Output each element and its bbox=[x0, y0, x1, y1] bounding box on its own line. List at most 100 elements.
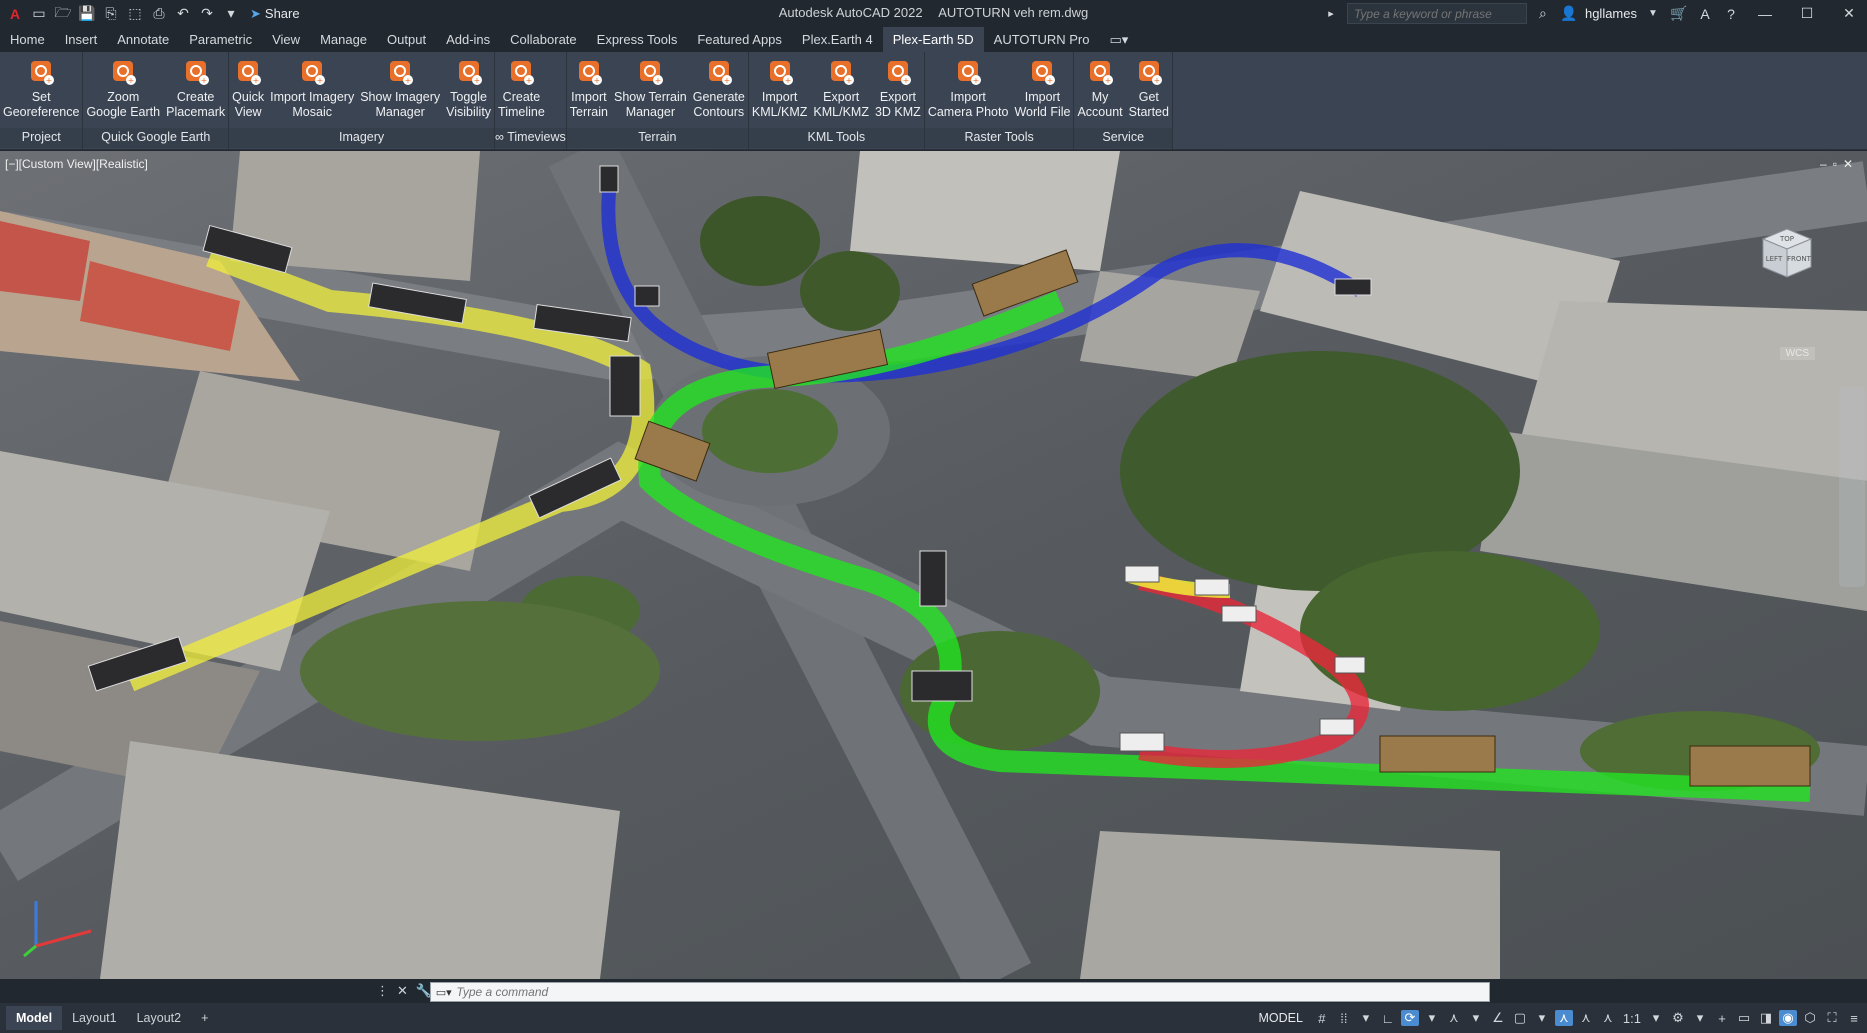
save-icon[interactable]: 💾 bbox=[76, 3, 98, 25]
autocad-logo-icon[interactable]: A bbox=[4, 3, 26, 25]
tab-home[interactable]: Home bbox=[0, 27, 55, 52]
add-layout-icon[interactable]: + bbox=[191, 1011, 218, 1025]
panel-label[interactable]: ∞ Timeviews bbox=[495, 128, 566, 148]
tab-plex-earth-5d[interactable]: Plex-Earth 5D bbox=[882, 27, 984, 52]
grip-icon[interactable]: ⋮ bbox=[376, 983, 389, 999]
mosaic-button[interactable]: + Import Imagery Mosaic bbox=[267, 56, 357, 120]
command-line[interactable]: ▭▾ bbox=[430, 982, 1490, 1002]
save-as-icon[interactable]: ⎘ bbox=[100, 3, 122, 25]
annotation-monitor-icon[interactable]: + bbox=[1713, 1011, 1731, 1026]
placemark-button[interactable]: + Create Placemark bbox=[163, 56, 228, 120]
customization-menu-icon[interactable]: ≡ bbox=[1845, 1011, 1863, 1026]
tab-add-ins[interactable]: Add-ins bbox=[436, 27, 500, 52]
imagery-manager-button[interactable]: + Show Imagery Manager bbox=[357, 56, 443, 120]
hardware-acceleration-icon[interactable]: ⬡ bbox=[1801, 1010, 1819, 1026]
tab-autoturn-pro[interactable]: AUTOTURN Pro bbox=[984, 27, 1100, 52]
navigation-bar[interactable] bbox=[1839, 387, 1865, 587]
export-kml-button[interactable]: + Export KML/KMZ bbox=[810, 56, 872, 120]
search-input[interactable] bbox=[1346, 3, 1527, 24]
drawing-viewport[interactable]: [−][Custom View][Realistic] –▫✕ TOP LEFT… bbox=[0, 151, 1867, 979]
model-space-toggle[interactable]: MODEL bbox=[1252, 1011, 1308, 1025]
tab-parametric[interactable]: Parametric bbox=[179, 27, 262, 52]
workspace-gear-icon[interactable]: ⚙ bbox=[1669, 1010, 1687, 1026]
layout-tab-layout1[interactable]: Layout1 bbox=[62, 1006, 126, 1030]
timeline-button[interactable]: + Create Timeline bbox=[495, 56, 548, 120]
layout-tab-layout2[interactable]: Layout2 bbox=[127, 1006, 191, 1030]
tab-view[interactable]: View bbox=[262, 27, 310, 52]
chevron-down-icon[interactable]: ▾ bbox=[1533, 1010, 1551, 1026]
tab-featured-apps[interactable]: Featured Apps bbox=[687, 27, 792, 52]
clean-screen-icon[interactable]: ⛶ bbox=[1823, 1010, 1841, 1026]
user-icon[interactable]: 👤 bbox=[1559, 5, 1579, 22]
ortho-icon[interactable]: ∟ bbox=[1379, 1011, 1397, 1026]
chevron-down-icon[interactable]: ▾ bbox=[1691, 1010, 1709, 1026]
annotation-visibility-icon[interactable]: ⋏ bbox=[1554, 1010, 1573, 1026]
account-button[interactable]: + My Account bbox=[1074, 56, 1125, 120]
chevron-down-icon[interactable]: ▾ bbox=[1423, 1010, 1441, 1026]
username[interactable]: hgllames bbox=[1585, 6, 1637, 21]
panel-label[interactable]: Project bbox=[0, 128, 83, 148]
open-folder-icon[interactable]: 🗁 bbox=[52, 3, 74, 25]
polar-tracking-icon[interactable]: ⟳ bbox=[1400, 1010, 1419, 1026]
units-icon[interactable]: ▭ bbox=[1735, 1010, 1753, 1026]
tab-annotate[interactable]: Annotate bbox=[107, 27, 179, 52]
layout-tab-model[interactable]: Model bbox=[6, 1006, 63, 1030]
cart-icon[interactable]: 🛒 bbox=[1669, 5, 1689, 22]
object-snap-icon[interactable]: ▢ bbox=[1511, 1010, 1529, 1026]
tab-collaborate[interactable]: Collaborate bbox=[500, 27, 587, 52]
quick-properties-icon[interactable]: ◨ bbox=[1757, 1010, 1775, 1026]
zoom-google-earth-button[interactable]: + Zoom Google Earth bbox=[83, 56, 163, 120]
command-line-grip[interactable]: ⋮ ✕ 🔧 bbox=[376, 980, 436, 1002]
import-kml-button[interactable]: + Import KML/KMZ bbox=[749, 56, 811, 120]
chevron-down-icon[interactable]: ▾ bbox=[1467, 1010, 1485, 1026]
ribbon-options-icon[interactable]: ▭▾ bbox=[1099, 27, 1138, 52]
chevron-down-icon[interactable]: ▾ bbox=[1647, 1010, 1665, 1026]
snap-icon[interactable]: ⁞⁞ bbox=[1335, 1011, 1353, 1026]
open-web-icon[interactable]: ⬚ bbox=[124, 3, 146, 25]
command-prompt-icon[interactable]: ▭▾ bbox=[431, 986, 456, 999]
visibility-button[interactable]: + Toggle Visibility bbox=[443, 56, 494, 120]
close-command-line-icon[interactable]: ✕ bbox=[397, 983, 408, 999]
georeference-button[interactable]: + Set Georeference bbox=[0, 56, 82, 120]
panel-label[interactable]: Raster Tools bbox=[924, 128, 1074, 148]
panel-label[interactable]: KML Tools bbox=[748, 128, 924, 148]
tab-manage[interactable]: Manage bbox=[310, 27, 377, 52]
tab-output[interactable]: Output bbox=[377, 27, 436, 52]
redo-icon[interactable]: ↷ bbox=[196, 3, 218, 25]
command-input[interactable] bbox=[456, 985, 1489, 999]
minimize-button[interactable]: — bbox=[1747, 6, 1783, 22]
isodraft-icon[interactable]: ⋏ bbox=[1445, 1010, 1463, 1026]
wcs-menu[interactable]: WCS bbox=[1779, 347, 1815, 360]
auto-scale-icon[interactable]: ⋏ bbox=[1577, 1010, 1595, 1026]
isolate-objects-icon[interactable]: ◉ bbox=[1779, 1010, 1797, 1026]
panel-label[interactable]: Service bbox=[1074, 128, 1172, 148]
camera-photo-button[interactable]: + Import Camera Photo bbox=[925, 56, 1012, 120]
tab-express-tools[interactable]: Express Tools bbox=[587, 27, 688, 52]
search-icon[interactable]: ⌕ bbox=[1533, 5, 1553, 22]
autodesk-app-icon[interactable]: A bbox=[1695, 6, 1715, 22]
play-button[interactable]: + Get Started bbox=[1126, 56, 1172, 120]
quick-view-button[interactable]: + Quick View bbox=[229, 56, 267, 120]
import-terrain-button[interactable]: + Import Terrain bbox=[567, 56, 611, 120]
chevron-down-icon[interactable]: ▾ bbox=[1357, 1010, 1375, 1026]
maximize-button[interactable]: ☐ bbox=[1789, 5, 1825, 22]
object-snap-tracking-icon[interactable]: ∠ bbox=[1489, 1010, 1507, 1026]
undo-icon[interactable]: ↶ bbox=[172, 3, 194, 25]
new-file-icon[interactable]: ▭ bbox=[28, 3, 50, 25]
viewcube[interactable]: TOP LEFT FRONT bbox=[1755, 221, 1819, 281]
tab-plex-earth-4[interactable]: Plex.Earth 4 bbox=[792, 27, 883, 52]
close-button[interactable]: ✕ bbox=[1831, 5, 1867, 22]
tab-insert[interactable]: Insert bbox=[55, 27, 108, 52]
contours-button[interactable]: + Generate Contours bbox=[690, 56, 748, 120]
viewport-window-controls[interactable]: –▫✕ bbox=[1820, 157, 1859, 171]
viewport-controls-label[interactable]: [−][Custom View][Realistic] bbox=[5, 157, 148, 171]
annotation-scale-icon[interactable]: ⋏ bbox=[1599, 1010, 1617, 1026]
help-icon[interactable]: ? bbox=[1721, 6, 1741, 22]
grid-icon[interactable]: # bbox=[1313, 1011, 1331, 1026]
customize-qat-icon[interactable]: ▾ bbox=[220, 3, 242, 25]
chevron-right-icon[interactable]: ▸ bbox=[1321, 7, 1341, 20]
plot-icon[interactable]: ⎙ bbox=[148, 3, 170, 25]
share-button[interactable]: ➤ Share bbox=[250, 6, 300, 22]
panel-label[interactable]: Imagery bbox=[229, 128, 495, 148]
annotation-scale-value[interactable]: 1:1 bbox=[1621, 1011, 1643, 1026]
